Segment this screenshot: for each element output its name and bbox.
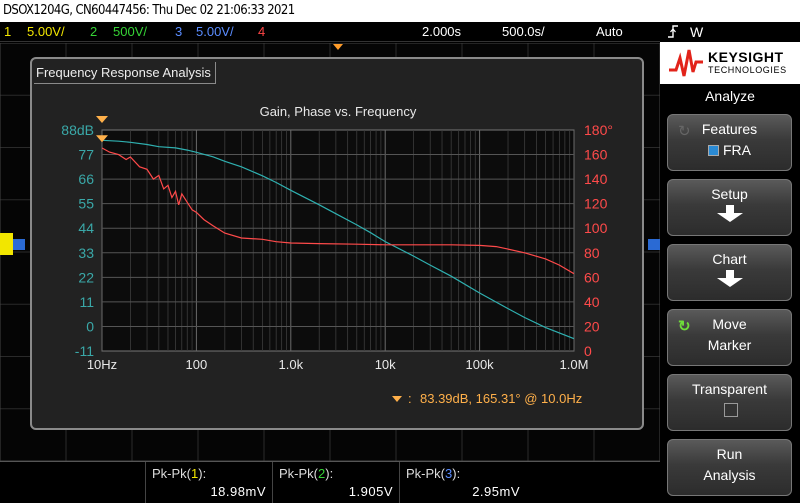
softkey-label: Features bbox=[701, 121, 758, 137]
fra-chart: Gain, Phase vs. Frequency 88dB 77 66 55 44 33 2… bbox=[61, 104, 613, 406]
measurement-value: 1.905V bbox=[348, 484, 393, 499]
submenu-arrow-icon bbox=[716, 205, 743, 222]
transparent-softkey[interactable]: Transparent bbox=[667, 374, 792, 431]
time-per-division[interactable]: 500.0s/ bbox=[502, 22, 545, 42]
measurement-bar: Pk-Pk(1): 18.98mV Pk-Pk(2): 1.905V Pk-Pk… bbox=[0, 461, 660, 503]
channel-3-ground-marker bbox=[13, 239, 25, 250]
softkey-label: Run bbox=[716, 446, 743, 462]
x-axis-tick-label: 1.0k bbox=[279, 357, 304, 372]
softkey-sublabel: Analysis bbox=[703, 467, 756, 483]
right-axis-tick-label: 120 bbox=[584, 196, 608, 212]
chart-softkey[interactable]: Chart bbox=[667, 244, 792, 301]
menu-title: Analyze bbox=[705, 88, 755, 104]
checkbox-icon bbox=[708, 145, 719, 156]
window-title: DSOX1204G, CN60447456: Thu Dec 02 21:06:… bbox=[0, 0, 800, 22]
channel-1-number[interactable]: 1 bbox=[4, 22, 11, 42]
right-axis-tick-label: 140 bbox=[584, 171, 608, 187]
trigger-position-marker bbox=[333, 44, 343, 50]
x-axis-tick-label: 10k bbox=[375, 357, 396, 372]
softkey-label: Move bbox=[712, 316, 747, 332]
left-axis-tick-label: 11 bbox=[79, 294, 94, 310]
channel-1-scale[interactable]: 5.00V/ bbox=[27, 22, 65, 42]
left-axis-tick-label: 88dB bbox=[61, 122, 94, 138]
softkey-label: Chart bbox=[712, 251, 747, 267]
marker-readout-icon bbox=[392, 396, 402, 402]
left-axis-tick-label: 44 bbox=[78, 220, 94, 236]
softkey-label: Transparent bbox=[692, 381, 767, 397]
trigger-mode[interactable]: Auto bbox=[596, 22, 623, 42]
x-axis-tick-label: 10Hz bbox=[87, 357, 117, 372]
right-axis-tick-label: 100 bbox=[584, 220, 608, 236]
right-axis-tick-label: 180° bbox=[584, 122, 613, 138]
status-bar: 1 5.00V/ 2 500V/ 3 5.00V/ 4 2.000s 500.0… bbox=[0, 22, 660, 42]
fra-window: Frequency Response Analysis Gain, Phase … bbox=[30, 57, 644, 430]
left-axis-tick-label: 0 bbox=[86, 318, 94, 334]
softkey-sublabel: FRA bbox=[668, 142, 791, 158]
channel-2-scale[interactable]: 500V/ bbox=[113, 22, 147, 42]
x-axis-tick-label: 1.0M bbox=[560, 357, 589, 372]
measurement-pkpk-1[interactable]: Pk-Pk(1): 18.98mV bbox=[145, 462, 272, 503]
x-axis-tick-label: 100k bbox=[465, 357, 494, 372]
channel-4-number[interactable]: 4 bbox=[258, 22, 265, 42]
left-axis-tick-label: 55 bbox=[78, 196, 94, 212]
channel-1-ground-marker bbox=[0, 233, 13, 255]
softkey-panel: KEYSIGHT TECHNOLOGIES Analyze ↻ Features… bbox=[660, 42, 800, 503]
trigger-source[interactable]: W bbox=[690, 22, 703, 42]
keysight-wave-icon bbox=[669, 49, 703, 77]
left-axis-tick-label: 77 bbox=[78, 147, 94, 163]
softkey-sublabel: Marker bbox=[707, 337, 752, 353]
submenu-arrow-icon bbox=[716, 270, 743, 287]
marker-readout-colon: : bbox=[408, 391, 412, 406]
setup-softkey[interactable]: Setup bbox=[667, 179, 792, 236]
marker-cursor-top bbox=[96, 116, 108, 123]
channel-3-scale[interactable]: 5.00V/ bbox=[196, 22, 234, 42]
measurement-label: Pk-Pk(3): bbox=[406, 466, 461, 481]
timebase-position[interactable]: 2.000s bbox=[422, 22, 461, 42]
checkbox-icon bbox=[724, 403, 738, 417]
run-analysis-softkey[interactable]: Run Analysis bbox=[667, 439, 792, 496]
chart-title: Gain, Phase vs. Frequency bbox=[260, 104, 417, 119]
left-axis-tick-label: 22 bbox=[78, 269, 94, 285]
channel-3-number[interactable]: 3 bbox=[175, 22, 182, 42]
marker-readout: 83.39dB, 165.31° @ 10.0Hz bbox=[420, 391, 582, 406]
measurement-pkpk-3[interactable]: Pk-Pk(3): 2.95mV bbox=[399, 462, 526, 503]
trigger-status: W bbox=[660, 22, 800, 42]
measurement-pkpk-2[interactable]: Pk-Pk(2): 1.905V bbox=[272, 462, 399, 503]
brand-logo: KEYSIGHT TECHNOLOGIES bbox=[660, 42, 800, 84]
brand-name: KEYSIGHT bbox=[708, 49, 784, 65]
left-axis-tick-label: 33 bbox=[78, 245, 94, 261]
measurement-value: 18.98mV bbox=[210, 484, 266, 499]
right-axis-tick-label: 40 bbox=[584, 294, 600, 310]
right-axis-tick-label: 160 bbox=[584, 147, 608, 163]
features-softkey[interactable]: ↻ Features FRA bbox=[667, 114, 792, 171]
right-axis-tick-label: 80 bbox=[584, 245, 600, 261]
x-axis-tick-label: 100 bbox=[186, 357, 208, 372]
softkey-label: Setup bbox=[711, 186, 748, 202]
measurement-label: Pk-Pk(2): bbox=[279, 466, 334, 481]
right-axis-tick-label: 20 bbox=[584, 318, 600, 334]
measurement-label: Pk-Pk(1): bbox=[152, 466, 207, 481]
plot-area bbox=[101, 129, 575, 352]
channel-marker-right bbox=[648, 239, 660, 250]
channel-2-number[interactable]: 2 bbox=[90, 22, 97, 42]
left-axis-tick-label: 66 bbox=[78, 171, 94, 187]
move-marker-softkey[interactable]: ↻ Move Marker bbox=[667, 309, 792, 366]
brand-subtitle: TECHNOLOGIES bbox=[708, 65, 787, 75]
measurement-value: 2.95mV bbox=[472, 484, 520, 499]
right-axis-tick-label: 60 bbox=[584, 269, 600, 285]
